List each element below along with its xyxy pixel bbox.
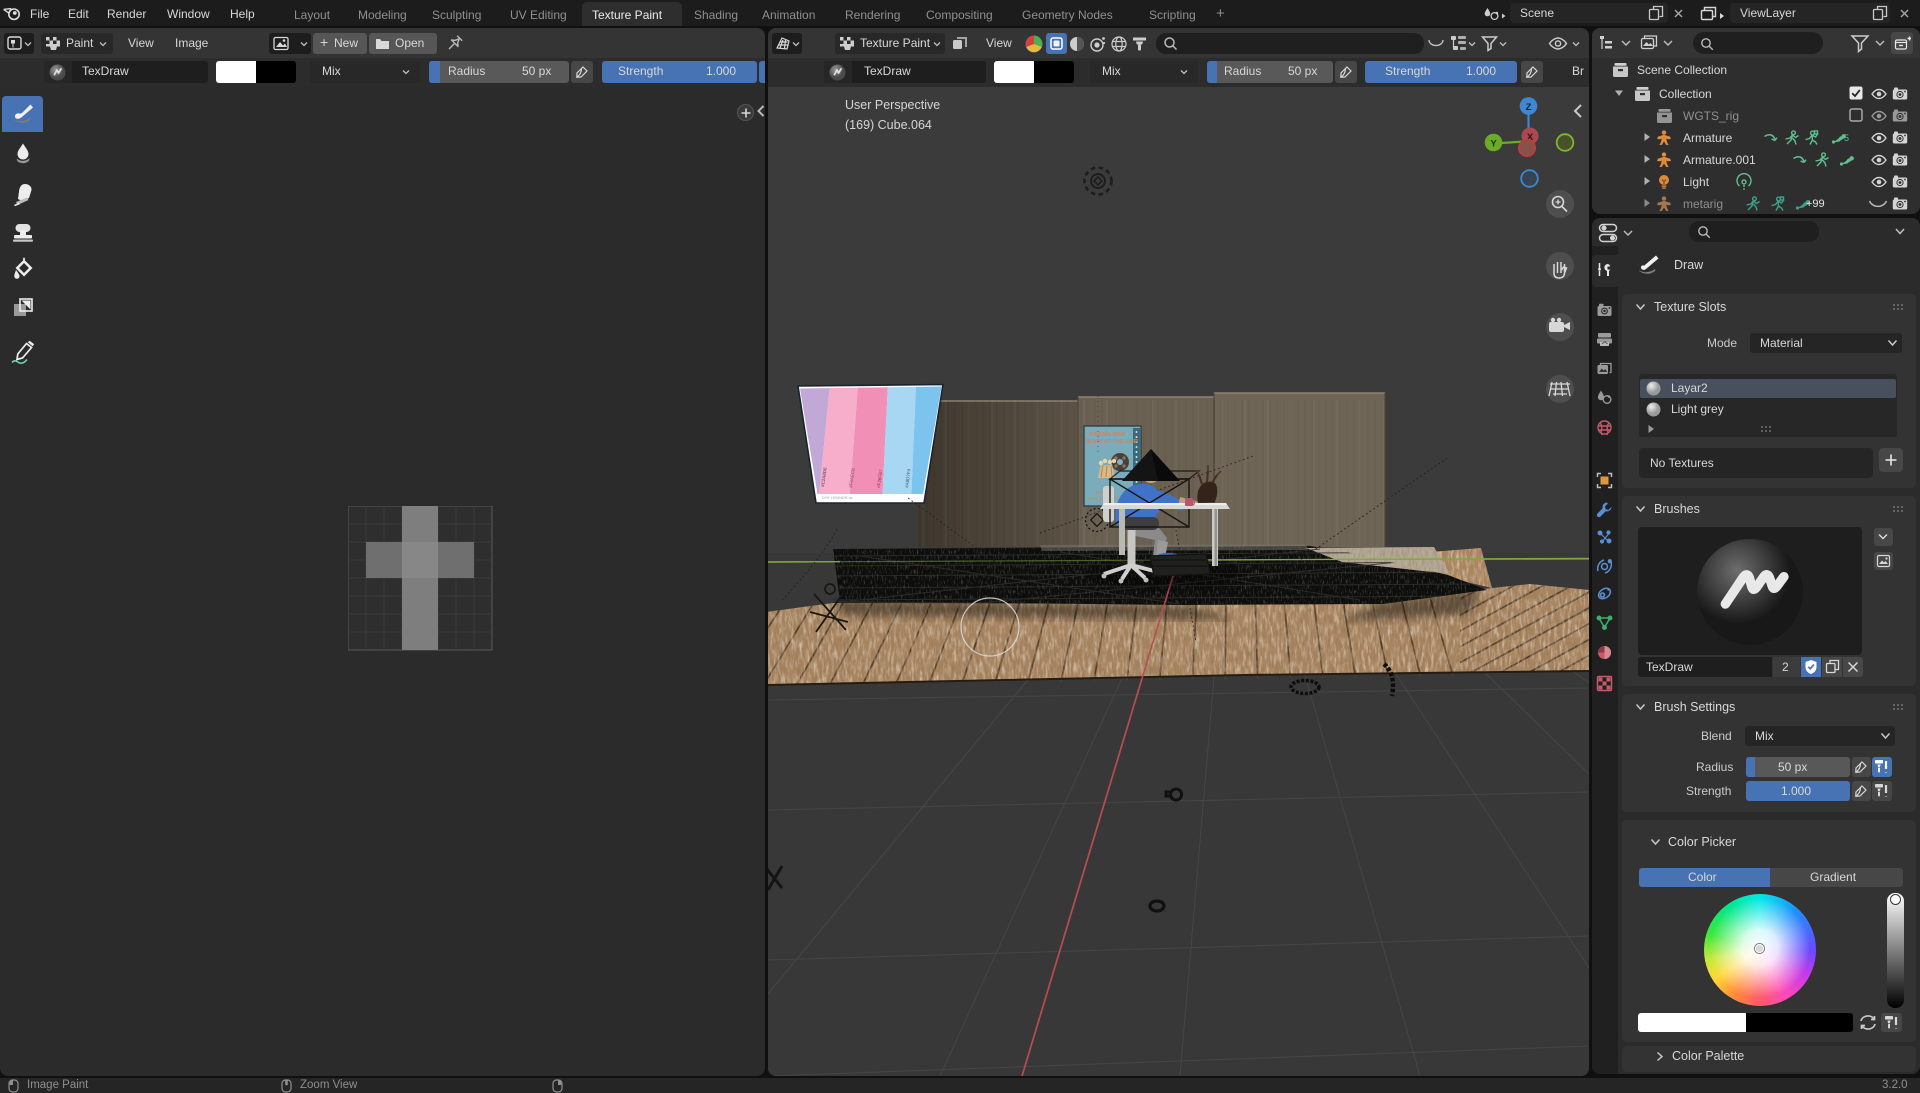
svg-text:DYE HOUNDS-4c: DYE HOUNDS-4c (822, 496, 853, 500)
svg-text:BORN AT THE FAIR: BORN AT THE FAIR (1086, 439, 1138, 445)
svg-text:CINEMA WAS: CINEMA WAS (1089, 432, 1125, 438)
svg-text:Z: Z (1526, 102, 1532, 113)
svg-text:User Perspective: User Perspective (845, 98, 940, 112)
svg-text:(169) Cube.064: (169) Cube.064 (845, 118, 932, 132)
svg-text:Y: Y (1490, 139, 1497, 150)
